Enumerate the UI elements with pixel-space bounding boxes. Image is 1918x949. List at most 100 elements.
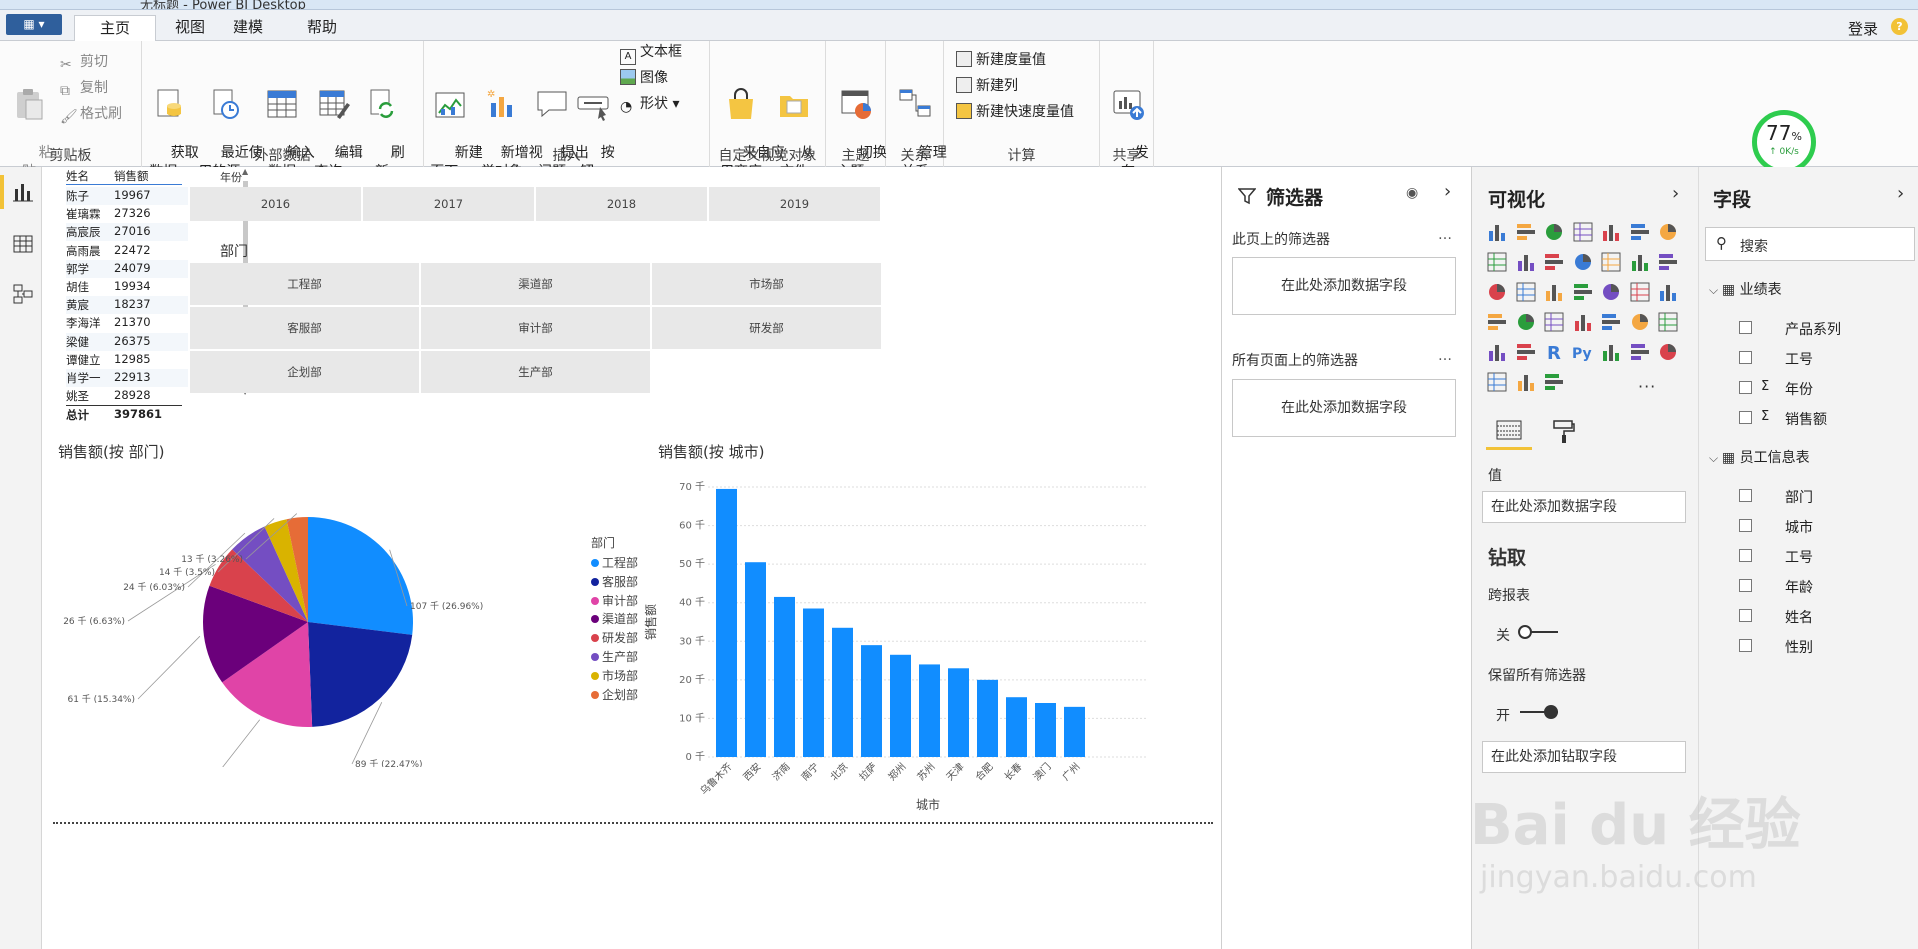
tab-view[interactable]: 视图 (164, 15, 216, 41)
visual-type-icon[interactable] (1572, 251, 1594, 273)
visual-type-icon[interactable] (1629, 341, 1651, 363)
visual-type-icon[interactable] (1572, 221, 1594, 243)
visual-type-icon[interactable] (1543, 221, 1565, 243)
paint-roller-icon[interactable] (1552, 419, 1576, 445)
visual-type-icon[interactable] (1486, 341, 1508, 363)
visual-type-icon[interactable] (1486, 311, 1508, 333)
year-slicer-item[interactable]: 2017 (363, 187, 534, 221)
new-column-button[interactable]: 新建列 (956, 75, 1018, 95)
pie-chart[interactable]: 107 千 (26.96%)89 千 (22.47%)63 千 (15.81%)… (43, 457, 513, 767)
help-icon[interactable]: ? (1891, 18, 1908, 35)
bar[interactable] (861, 645, 882, 757)
field-name[interactable]: 销售额 (1785, 409, 1827, 429)
legend-item[interactable]: 企划部 (591, 686, 638, 703)
legend-item[interactable]: 市场部 (591, 667, 638, 684)
quick-measure-button[interactable]: 新建快速度量值 (956, 101, 1074, 121)
visual-type-icon[interactable]: R (1543, 341, 1565, 363)
tab-modeling[interactable]: 建模 (222, 15, 274, 41)
visual-type-icon[interactable] (1515, 281, 1537, 303)
field-checkbox[interactable] (1739, 609, 1752, 622)
cross-report-toggle-knob[interactable] (1518, 625, 1532, 639)
field-name[interactable]: 工号 (1785, 349, 1813, 369)
bar[interactable] (977, 679, 998, 757)
bar[interactable] (832, 627, 853, 757)
field-name[interactable]: 部门 (1785, 487, 1813, 507)
field-name[interactable]: 姓名 (1785, 607, 1813, 627)
bar[interactable] (1035, 703, 1056, 757)
field-checkbox[interactable] (1739, 411, 1752, 424)
tab-home[interactable]: 主页 (74, 15, 156, 42)
collapse-viz-chevron-icon[interactable]: › (1672, 183, 1679, 204)
visual-type-icon[interactable] (1629, 281, 1651, 303)
shapes-button[interactable]: ◔ 形状 ▾ (620, 93, 679, 115)
bar[interactable] (948, 668, 969, 757)
field-name[interactable]: 工号 (1785, 547, 1813, 567)
pie-slice[interactable] (308, 622, 413, 727)
values-drop-zone[interactable]: 在此处添加数据字段 (1482, 491, 1686, 523)
eye-icon[interactable]: ◉ (1406, 185, 1418, 201)
dept-slicer-item[interactable]: 客服部 (190, 307, 419, 349)
pie-slice[interactable] (308, 517, 413, 635)
bar[interactable] (745, 562, 766, 757)
visual-type-icon[interactable] (1572, 311, 1594, 333)
legend-item[interactable]: 审计部 (591, 592, 638, 609)
visual-type-icon[interactable] (1515, 341, 1537, 363)
visual-type-icon[interactable] (1572, 281, 1594, 303)
dept-slicer-item[interactable]: 工程部 (190, 263, 419, 305)
field-checkbox[interactable] (1739, 489, 1752, 502)
visual-type-icon[interactable] (1600, 221, 1622, 243)
visual-type-icon[interactable] (1543, 311, 1565, 333)
year-slicer-item[interactable]: 2016 (190, 187, 361, 221)
visual-type-icon[interactable] (1486, 251, 1508, 273)
visual-type-icon[interactable] (1543, 281, 1565, 303)
dept-slicer-item[interactable]: 研发部 (652, 307, 881, 349)
visual-type-icon[interactable] (1515, 251, 1537, 273)
report-view-icon[interactable] (12, 181, 34, 203)
field-checkbox[interactable] (1739, 639, 1752, 652)
fields-well-icon[interactable] (1496, 419, 1522, 443)
visual-type-icon[interactable] (1629, 311, 1651, 333)
visual-type-icon[interactable] (1543, 251, 1565, 273)
dept-slicer-item[interactable]: 企划部 (190, 351, 419, 393)
legend-item[interactable]: 工程部 (591, 554, 638, 571)
bar[interactable] (716, 488, 737, 757)
visual-type-icon[interactable] (1629, 251, 1651, 273)
textbox-button[interactable]: A 文本框 (620, 41, 682, 65)
bar-chart[interactable]: 0 千 10 千 20 千 30 千 40 千 50 千 60 千 70 千乌鲁木齐 西安 济南南… (643, 457, 1163, 817)
bar[interactable] (1006, 697, 1027, 757)
legend-item[interactable]: 渠道部 (591, 610, 638, 627)
scroll-up-icon[interactable]: ▲ (242, 167, 250, 176)
network-speed-widget[interactable]: 77% ↑ 0K/s (1752, 110, 1816, 174)
visual-type-icon[interactable] (1600, 251, 1622, 273)
year-slicer-item[interactable]: 2018 (536, 187, 707, 221)
model-view-icon[interactable] (12, 283, 34, 305)
page-filter-drop-zone[interactable]: 在此处添加数据字段 (1232, 257, 1456, 315)
bar[interactable] (774, 596, 795, 757)
expand-chevron-icon[interactable]: ⌵ (1709, 283, 1722, 297)
field-name[interactable]: 城市 (1785, 517, 1813, 537)
visual-type-icon[interactable]: Py (1572, 341, 1594, 363)
copy-button[interactable]: ⧉ 复制 (60, 77, 108, 99)
field-name[interactable]: 年份 (1785, 379, 1813, 399)
dept-slicer-item[interactable]: 生产部 (421, 351, 650, 393)
field-checkbox[interactable] (1739, 549, 1752, 562)
visual-type-icon[interactable] (1657, 251, 1679, 273)
visual-type-icon[interactable] (1486, 371, 1508, 393)
visual-type-icon[interactable] (1600, 341, 1622, 363)
visual-type-icon[interactable] (1515, 221, 1537, 243)
visual-type-icon[interactable] (1657, 221, 1679, 243)
field-checkbox[interactable] (1739, 351, 1752, 364)
dept-slicer-item[interactable]: 审计部 (421, 307, 650, 349)
field-search-box[interactable]: ⚲ 搜索 (1705, 227, 1915, 261)
table-node[interactable]: ⌵ ▦ 业绩表 (1709, 279, 1782, 299)
visual-type-icon[interactable] (1486, 281, 1508, 303)
visual-type-icon[interactable] (1515, 371, 1537, 393)
page-filters-more-icon[interactable]: … (1438, 227, 1452, 243)
field-checkbox[interactable] (1739, 321, 1752, 334)
bar[interactable] (890, 654, 911, 757)
visual-type-icon[interactable] (1600, 311, 1622, 333)
year-slicer-item[interactable]: 2019 (709, 187, 880, 221)
field-checkbox[interactable] (1739, 381, 1752, 394)
cut-button[interactable]: ✂ 剪切 (60, 51, 108, 73)
legend-item[interactable]: 研发部 (591, 629, 638, 646)
